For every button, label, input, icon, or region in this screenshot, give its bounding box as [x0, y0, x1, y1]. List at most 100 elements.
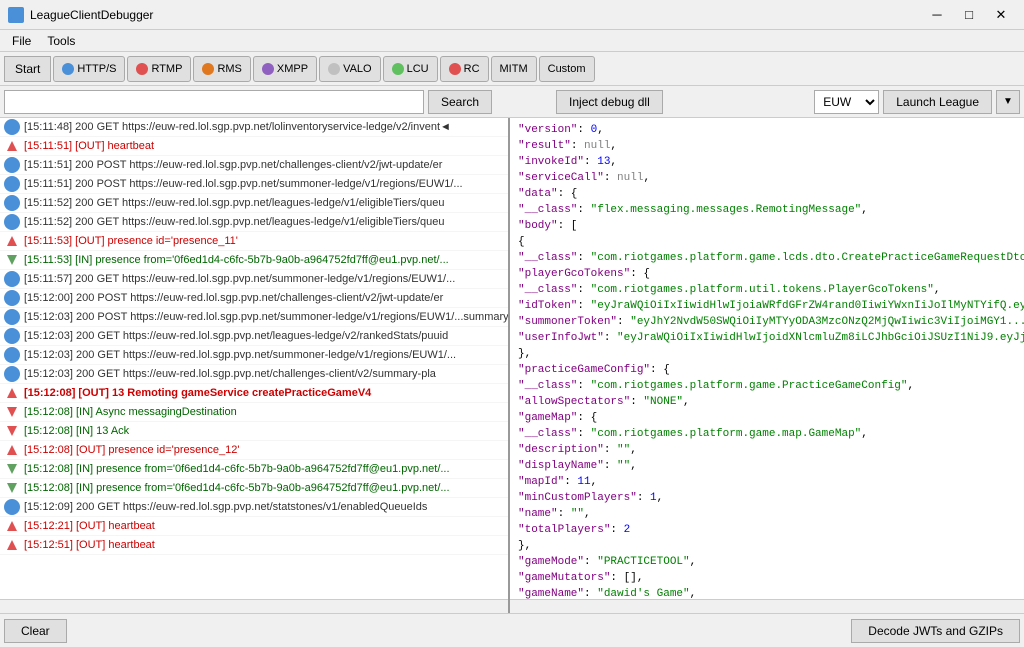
json-line: "invokeId": 13, — [518, 154, 1016, 170]
search-bar: Search Inject debug dll EUW NA EUW1 KR L… — [0, 86, 1024, 118]
tab-rtmp[interactable]: RTMP — [127, 56, 191, 82]
log-icon — [4, 271, 20, 287]
log-item[interactable]: [15:12:08] [OUT] presence id='presence_1… — [0, 441, 508, 460]
log-icon — [4, 404, 20, 420]
tab-https[interactable]: HTTP/S — [53, 56, 125, 82]
tab-xmpp-label: XMPP — [277, 63, 308, 75]
log-item[interactable]: [15:12:08] [IN] presence from='0f6ed1d4-… — [0, 460, 508, 479]
search-input[interactable] — [4, 90, 424, 114]
tab-lcu[interactable]: LCU — [383, 56, 438, 82]
log-item[interactable]: [15:12:03] 200 GET https://euw-red.lol.s… — [0, 327, 508, 346]
log-item[interactable]: [15:12:08] [OUT] 13 Remoting gameService… — [0, 384, 508, 403]
log-icon — [4, 309, 20, 325]
log-item[interactable]: [15:11:57] 200 GET https://euw-red.lol.s… — [0, 270, 508, 289]
log-item[interactable]: [15:11:53] [OUT] presence id='presence_1… — [0, 232, 508, 251]
json-line: "description": "", — [518, 442, 1016, 458]
tab-valo[interactable]: VALO — [319, 56, 381, 82]
log-item[interactable]: [15:11:53] [IN] presence from='0f6ed1d4-… — [0, 251, 508, 270]
log-text: [15:11:52] 200 GET https://euw-red.lol.s… — [24, 216, 445, 228]
launch-league-button[interactable]: Launch League — [883, 90, 992, 114]
json-line: "minCustomPlayers": 1, — [518, 490, 1016, 506]
tab-custom[interactable]: Custom — [539, 56, 595, 82]
log-text: [15:12:21] [OUT] heartbeat — [24, 520, 155, 532]
json-line: "gameMode": "PRACTICETOOL", — [518, 554, 1016, 570]
log-icon — [4, 423, 20, 439]
log-text: [15:11:51] 200 POST https://euw-red.lol.… — [24, 159, 442, 171]
log-item[interactable]: [15:11:51] [OUT] heartbeat — [0, 137, 508, 156]
log-item[interactable]: [15:11:52] 200 GET https://euw-red.lol.s… — [0, 213, 508, 232]
log-icon — [4, 537, 20, 553]
log-icon — [4, 328, 20, 344]
title-bar: LeagueClientDebugger ─ □ ✕ — [0, 0, 1024, 30]
log-text: [15:12:08] [OUT] presence id='presence_1… — [24, 444, 239, 456]
clear-button[interactable]: Clear — [4, 619, 67, 643]
log-item[interactable]: [15:11:51] 200 POST https://euw-red.lol.… — [0, 156, 508, 175]
json-line: "totalPlayers": 2 — [518, 522, 1016, 538]
rtmp-tab-icon — [136, 63, 148, 75]
log-item[interactable]: [15:12:08] [IN] presence from='0f6ed1d4-… — [0, 479, 508, 498]
minimize-button[interactable]: ─ — [922, 5, 952, 25]
log-text: [15:12:03] 200 GET https://euw-red.lol.s… — [24, 368, 436, 380]
close-button[interactable]: ✕ — [986, 5, 1016, 25]
tab-mitm[interactable]: MITM — [491, 56, 537, 82]
tab-rms[interactable]: RMS — [193, 56, 250, 82]
start-button[interactable]: Start — [4, 56, 51, 82]
json-line: }, — [518, 538, 1016, 554]
json-line: "idToken": "eyJraWQiOiIxIiwidHlwIjoiaWRf… — [518, 298, 1016, 314]
tab-rc[interactable]: RC — [440, 56, 489, 82]
json-line: }, — [518, 346, 1016, 362]
json-line: "userInfoJwt": "eyJraWQiOiIxIiwidHlwIjoi… — [518, 330, 1016, 346]
json-line: "data": { — [518, 186, 1016, 202]
log-text: [15:12:08] [IN] presence from='0f6ed1d4-… — [24, 482, 450, 494]
log-list[interactable]: [15:11:48] 200 GET https://euw-red.lol.s… — [0, 118, 508, 599]
lcu-tab-icon — [392, 63, 404, 75]
json-line: "__class": "com.riotgames.platform.game.… — [518, 250, 1016, 266]
json-line: "summonerToken": "eyJhY2NvdW50SWQiOiIyMT… — [518, 314, 1016, 330]
decode-button[interactable]: Decode JWTs and GZIPs — [851, 619, 1020, 643]
log-icon — [4, 214, 20, 230]
log-horizontal-scrollbar[interactable] — [0, 599, 508, 613]
tab-xmpp[interactable]: XMPP — [253, 56, 317, 82]
json-horizontal-scrollbar[interactable] — [510, 599, 1024, 613]
json-content[interactable]: "version": 0,"result": null,"invokeId": … — [510, 118, 1024, 599]
log-icon — [4, 119, 20, 135]
log-text: [15:12:09] 200 GET https://euw-red.lol.s… — [24, 501, 427, 513]
log-item[interactable]: [15:12:03] 200 GET https://euw-red.lol.s… — [0, 346, 508, 365]
menu-tools[interactable]: Tools — [39, 32, 83, 50]
json-line: "__class": "com.riotgames.platform.game.… — [518, 378, 1016, 394]
json-line: "practiceGameConfig": { — [518, 362, 1016, 378]
log-item[interactable]: [15:12:03] 200 POST https://euw-red.lol.… — [0, 308, 508, 327]
log-item[interactable]: [15:12:00] 200 POST https://euw-red.lol.… — [0, 289, 508, 308]
log-icon — [4, 385, 20, 401]
log-item[interactable]: [15:12:03] 200 GET https://euw-red.lol.s… — [0, 365, 508, 384]
log-text: [15:12:08] [IN] presence from='0f6ed1d4-… — [24, 463, 450, 475]
log-item[interactable]: [15:12:51] [OUT] heartbeat — [0, 536, 508, 555]
json-line: "__class": "com.riotgames.platform.util.… — [518, 282, 1016, 298]
region-select[interactable]: EUW NA EUW1 KR — [814, 90, 879, 114]
log-item[interactable]: [15:11:51] 200 POST https://euw-red.lol.… — [0, 175, 508, 194]
log-item[interactable]: [15:12:08] [IN] 13 Ack — [0, 422, 508, 441]
log-text: [15:11:53] [IN] presence from='0f6ed1d4-… — [24, 254, 449, 266]
log-text: [15:11:48] 200 GET https://euw-red.lol.s… — [24, 121, 451, 133]
log-scroll-inner[interactable] — [0, 600, 508, 613]
log-item[interactable]: [15:12:21] [OUT] heartbeat — [0, 517, 508, 536]
log-item[interactable]: [15:12:08] [IN] Async messagingDestinati… — [0, 403, 508, 422]
search-button[interactable]: Search — [428, 90, 492, 114]
log-text: [15:12:03] 200 POST https://euw-red.lol.… — [24, 311, 508, 323]
log-item[interactable]: [15:12:09] 200 GET https://euw-red.lol.s… — [0, 498, 508, 517]
valo-tab-icon — [328, 63, 340, 75]
json-line: "__class": "flex.messaging.messages.Remo… — [518, 202, 1016, 218]
menu-file[interactable]: File — [4, 32, 39, 50]
json-line: "name": "", — [518, 506, 1016, 522]
title-bar-controls: ─ □ ✕ — [922, 5, 1016, 25]
app-title: LeagueClientDebugger — [30, 8, 153, 22]
tab-rms-label: RMS — [217, 63, 241, 75]
log-text: [15:12:03] 200 GET https://euw-red.lol.s… — [24, 330, 448, 342]
launch-dropdown-button[interactable]: ▼ — [996, 90, 1020, 114]
log-item[interactable]: [15:11:48] 200 GET https://euw-red.lol.s… — [0, 118, 508, 137]
log-item[interactable]: [15:11:52] 200 GET https://euw-red.lol.s… — [0, 194, 508, 213]
inject-button[interactable]: Inject debug dll — [556, 90, 663, 114]
maximize-button[interactable]: □ — [954, 5, 984, 25]
log-icon — [4, 518, 20, 534]
tab-mitm-label: MITM — [500, 63, 528, 75]
